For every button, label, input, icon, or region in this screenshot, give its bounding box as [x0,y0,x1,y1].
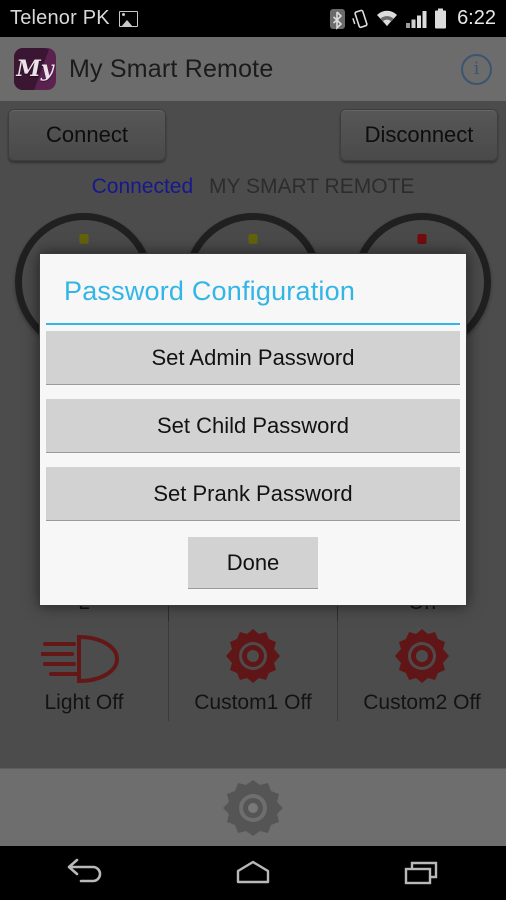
set-admin-password-button[interactable]: Set Admin Password [46,331,460,385]
device-name-label: MY SMART REMOTE [209,175,415,198]
phone-screen: Telenor PK 6:22 My My Smart Remote i Con… [0,0,506,900]
connection-status-row: Connected MY SMART REMOTE [0,175,506,199]
info-icon-glyph: i [473,58,480,79]
info-icon[interactable]: i [461,53,492,85]
app-logo-label: My [16,56,54,82]
headlight-icon [40,633,127,685]
android-navigation-bar [0,846,506,900]
status-bar-right: 6:22 [330,7,496,30]
gear-icon [224,627,282,685]
vibrate-icon [352,9,368,28]
app-logo-icon: My [14,48,56,90]
clock-label: 6:22 [457,7,496,29]
back-icon[interactable] [39,846,129,900]
gear-icon [393,627,451,685]
dialog-header: Password Configuration [40,254,466,323]
wifi-icon [377,10,398,26]
recents-icon[interactable] [377,846,467,900]
done-button[interactable]: Done [188,537,318,589]
tile-custom1[interactable]: Custom1 Off [169,601,338,721]
tile-light-label: Light Off [44,691,124,714]
status-badge: Connected [91,175,194,198]
cell-signal-icon [406,10,427,28]
dial-right-indicator [417,234,427,244]
bluetooth-icon [330,8,346,30]
home-icon[interactable] [208,846,298,900]
password-configuration-dialog: Password Configuration Set Admin Passwor… [39,253,467,606]
settings-gear-icon[interactable] [222,777,284,839]
status-bar-left: Telenor PK [10,7,138,30]
set-child-password-button[interactable]: Set Child Password [46,399,460,453]
tile-row-bottom: Light Off Custom1 Off Custom2 Off [0,601,506,721]
tile-custom2-label: Custom2 Off [363,691,481,714]
settings-bar [0,768,506,847]
disconnect-button[interactable]: Disconnect [340,109,498,161]
tile-custom2[interactable]: Custom2 Off [338,601,506,721]
photo-icon [118,10,138,27]
tile-custom1-label: Custom1 Off [194,691,312,714]
connect-button[interactable]: Connect [8,109,166,161]
carrier-label: Telenor PK [10,7,110,29]
dialog-body: Set Admin Password Set Child Password Se… [40,325,466,537]
dial-left-indicator [79,234,89,244]
action-bar: My My Smart Remote i [0,37,506,101]
dialog-footer: Done [40,537,466,605]
status-bar: Telenor PK 6:22 [0,0,506,37]
page-title: My Smart Remote [69,54,274,83]
connection-buttons-row: Connect Disconnect [0,109,506,165]
set-prank-password-button[interactable]: Set Prank Password [46,467,460,521]
battery-icon [435,8,447,28]
dial-center-indicator [248,234,258,244]
dialog-title: Password Configuration [64,276,356,306]
tile-light[interactable]: Light Off [0,601,169,721]
